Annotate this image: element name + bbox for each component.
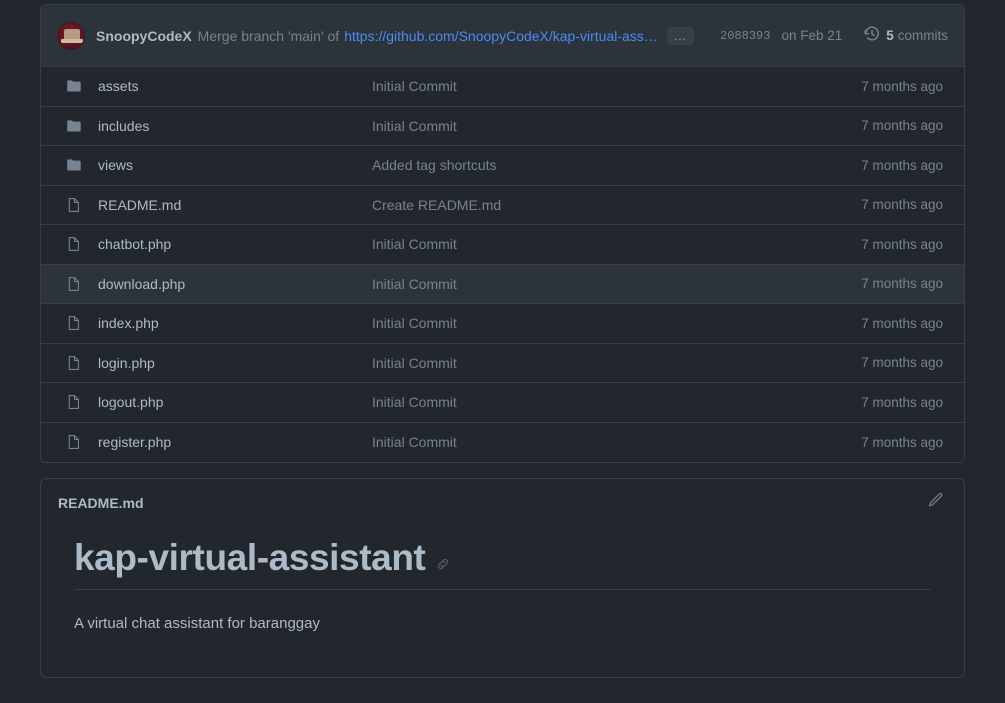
table-row[interactable]: README.mdCreate README.md7 months ago (41, 186, 964, 226)
edit-readme-button[interactable] (922, 490, 948, 516)
commit-date: on Feb 21 (781, 28, 842, 43)
pencil-icon (927, 492, 944, 514)
file-name-link[interactable]: index.php (98, 315, 372, 331)
commit-author[interactable]: SnoopyCodeX (96, 28, 192, 44)
file-name-link[interactable]: assets (98, 78, 372, 94)
folder-icon (66, 118, 82, 134)
latest-commit-bar: SnoopyCodeX Merge branch 'main' of https… (41, 5, 964, 67)
file-icon (66, 355, 82, 371)
file-name-link[interactable]: includes (98, 118, 372, 134)
file-name-link[interactable]: login.php (98, 355, 372, 371)
file-icon (66, 197, 82, 213)
link-icon[interactable] (435, 556, 451, 572)
file-commit-age: 7 months ago (861, 316, 943, 331)
table-row[interactable]: register.phpInitial Commit7 months ago (41, 423, 964, 463)
history-icon (864, 26, 886, 45)
file-name-link[interactable]: download.php (98, 276, 372, 292)
file-commit-message[interactable]: Initial Commit (372, 355, 861, 371)
file-icon (66, 236, 82, 252)
file-icon (66, 434, 82, 450)
file-commit-message[interactable]: Initial Commit (372, 394, 861, 410)
file-name-link[interactable]: views (98, 157, 372, 173)
file-icon (66, 394, 82, 410)
file-commit-age: 7 months ago (861, 355, 943, 370)
table-row[interactable]: assetsInitial Commit7 months ago (41, 67, 964, 107)
file-commit-age: 7 months ago (861, 237, 943, 252)
file-listing-card: SnoopyCodeX Merge branch 'main' of https… (40, 4, 965, 463)
file-commit-age: 7 months ago (861, 395, 943, 410)
readme-filename: README.md (58, 495, 144, 511)
file-name-link[interactable]: chatbot.php (98, 236, 372, 252)
file-name-link[interactable]: README.md (98, 197, 372, 213)
readme-heading-text: kap-virtual-assistant (74, 537, 425, 579)
folder-icon (66, 78, 82, 94)
readme-body: kap-virtual-assistant A virtual chat ass… (41, 537, 964, 632)
file-commit-age: 7 months ago (861, 118, 943, 133)
file-commit-age: 7 months ago (861, 276, 943, 291)
file-commit-age: 7 months ago (861, 197, 943, 212)
table-row[interactable]: login.phpInitial Commit7 months ago (41, 344, 964, 384)
table-row[interactable]: includesInitial Commit7 months ago (41, 107, 964, 147)
table-row[interactable]: logout.phpInitial Commit7 months ago (41, 383, 964, 423)
file-commit-message[interactable]: Initial Commit (372, 236, 861, 252)
file-icon (66, 315, 82, 331)
file-commit-message[interactable]: Initial Commit (372, 276, 861, 292)
file-name-link[interactable]: logout.php (98, 394, 372, 410)
folder-icon (66, 157, 82, 173)
commit-message-link[interactable]: https://github.com/SnoopyCodeX/kap-virtu… (344, 28, 658, 44)
table-row[interactable]: chatbot.phpInitial Commit7 months ago (41, 225, 964, 265)
commits-count-link[interactable]: 5 commits (864, 26, 948, 45)
commits-count-value: 5 (886, 28, 894, 43)
file-commit-message[interactable]: Initial Commit (372, 434, 861, 450)
table-row[interactable]: viewsAdded tag shortcuts7 months ago (41, 146, 964, 186)
file-commit-message[interactable]: Added tag shortcuts (372, 157, 861, 173)
readme-paragraph: A virtual chat assistant for baranggay (74, 615, 931, 632)
file-commit-age: 7 months ago (861, 158, 943, 173)
readme-header: README.md (41, 479, 964, 527)
commit-message: Merge branch 'main' of (198, 28, 340, 44)
file-name-link[interactable]: register.php (98, 434, 372, 450)
file-commit-message[interactable]: Initial Commit (372, 78, 861, 94)
expand-commit-message-button[interactable]: … (667, 27, 694, 45)
readme-heading: kap-virtual-assistant (74, 537, 931, 590)
user-avatar[interactable] (57, 22, 85, 50)
file-commit-age: 7 months ago (861, 435, 943, 450)
file-commit-message[interactable]: Initial Commit (372, 315, 861, 331)
table-row[interactable]: download.phpInitial Commit7 months ago (41, 265, 964, 305)
file-rows: assetsInitial Commit7 months agoincludes… (41, 67, 964, 462)
table-row[interactable]: index.phpInitial Commit7 months ago (41, 304, 964, 344)
readme-card: README.md kap-virtual-assistant (40, 478, 965, 678)
repository-page: SnoopyCodeX Merge branch 'main' of https… (0, 0, 1005, 703)
file-commit-age: 7 months ago (861, 79, 943, 94)
commits-count-label: commits (898, 28, 948, 43)
file-icon (66, 276, 82, 292)
file-commit-message[interactable]: Initial Commit (372, 118, 861, 134)
commit-sha[interactable]: 2088393 (720, 29, 770, 43)
file-commit-message[interactable]: Create README.md (372, 197, 861, 213)
